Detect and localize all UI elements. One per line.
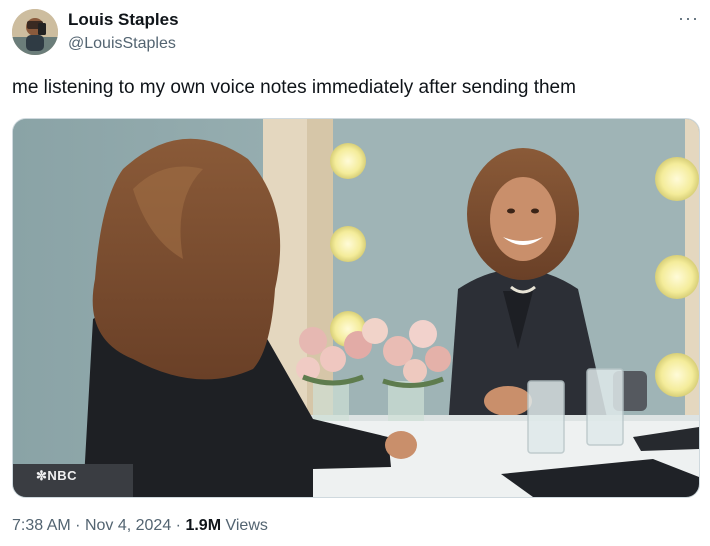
avatar[interactable]	[12, 9, 58, 55]
meta-separator: ·	[75, 517, 81, 534]
views-count: 1.9M	[185, 517, 222, 534]
media-illustration	[13, 119, 699, 497]
tweet-text: me listening to my own voice notes immed…	[12, 77, 576, 98]
tweet-media-image[interactable]	[12, 118, 700, 498]
tweet-meta: 7:38 AM · Nov 4, 2024 · 1.9M Views	[12, 517, 268, 535]
more-options-icon[interactable]: ···	[678, 8, 699, 29]
user-avatar-photo	[12, 9, 58, 55]
meta-separator-2: ·	[175, 517, 181, 534]
nbc-watermark: ✼NBC	[36, 468, 77, 484]
tweet-date[interactable]: Nov 4, 2024	[85, 517, 171, 534]
tweet-time[interactable]: 7:38 AM	[12, 517, 71, 534]
author-handle[interactable]: @LouisStaples	[68, 35, 176, 53]
author-display-name[interactable]: Louis Staples	[68, 10, 179, 30]
views-label: Views	[225, 517, 268, 534]
nbc-watermark-text: NBC	[47, 468, 78, 483]
nbc-peacock-icon: ✼	[36, 468, 48, 483]
